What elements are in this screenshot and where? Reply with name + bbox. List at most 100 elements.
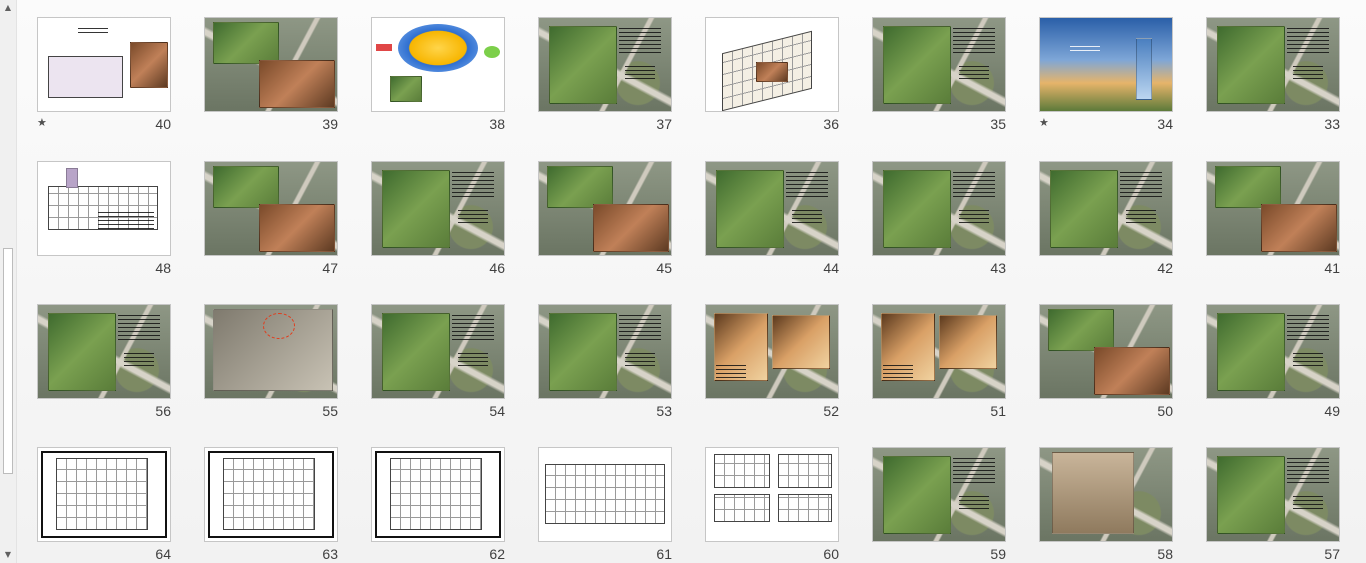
slide-transition-star-icon[interactable]: ★ — [37, 117, 47, 129]
slide-thumbnail[interactable] — [1206, 447, 1340, 542]
slide-text-block — [883, 365, 913, 381]
slide-thumbnail[interactable] — [204, 447, 338, 542]
slide-photo — [1217, 26, 1285, 104]
slide-plan-marker — [66, 168, 78, 188]
slide-thumbnail[interactable] — [371, 447, 505, 542]
slide-photo — [130, 42, 168, 88]
slide-section-drawing — [545, 464, 665, 524]
scrollbar-thumb[interactable] — [3, 248, 13, 474]
slide-thumbnail[interactable] — [1206, 17, 1340, 112]
slide-thumbnail[interactable] — [204, 17, 338, 112]
slide-text-block — [78, 28, 108, 34]
slide-thumbnail[interactable] — [1039, 447, 1173, 542]
slide-photo — [1050, 170, 1118, 248]
slide-thumbnail[interactable] — [872, 17, 1006, 112]
slide-number: 57 — [1324, 546, 1340, 562]
slide-photo — [213, 22, 279, 64]
slide-thumbnail[interactable] — [37, 17, 171, 112]
slide-thumbnail[interactable] — [705, 304, 839, 399]
slide-number: 49 — [1324, 403, 1340, 419]
vertical-scrollbar[interactable]: ▲ ▼ — [0, 0, 17, 563]
slide-thumbnail[interactable] — [705, 17, 839, 112]
slide-cycle-diagram — [398, 24, 478, 72]
slide-thumbnail[interactable] — [705, 161, 839, 256]
slide-photo — [1215, 166, 1281, 208]
slide-photo — [1217, 456, 1285, 534]
slide-text-block — [953, 28, 995, 56]
slide-thumbnail[interactable] — [705, 447, 839, 542]
slide-photo — [547, 166, 613, 208]
slide-number: 37 — [656, 116, 672, 132]
slide-number: 60 — [823, 546, 839, 562]
slide-highlight-circle — [263, 313, 295, 339]
slide-text-block — [1293, 496, 1323, 512]
slide-photo — [772, 315, 830, 369]
slide-number: 44 — [823, 260, 839, 276]
slide-number: 39 — [322, 116, 338, 132]
slide-photo — [549, 26, 617, 104]
slide-text-block — [786, 172, 828, 200]
slide-text-block — [625, 66, 655, 82]
slide-transition-star-icon[interactable]: ★ — [1039, 117, 1049, 129]
slide-thumbnail[interactable] — [872, 304, 1006, 399]
slide-text-block — [1126, 210, 1156, 226]
slide-text-block — [1287, 458, 1329, 486]
slide-thumbnail[interactable] — [371, 161, 505, 256]
slide-thumbnail[interactable] — [204, 304, 338, 399]
slide-thumbnail[interactable] — [1206, 161, 1340, 256]
slide-number: 61 — [656, 546, 672, 562]
slide-number: 42 — [1157, 260, 1173, 276]
slide-thumbnail[interactable] — [37, 447, 171, 542]
slide-photo — [1261, 204, 1337, 252]
slide-thumbnail[interactable] — [872, 447, 1006, 542]
slide-number: 48 — [155, 260, 171, 276]
slide-photo — [213, 166, 279, 208]
slide-thumbnail[interactable] — [538, 161, 672, 256]
slide-text-block — [1120, 172, 1162, 200]
slide-thumbnail[interactable] — [538, 17, 672, 112]
slide-photo — [883, 170, 951, 248]
slide-number: 63 — [322, 546, 338, 562]
slide-number: 54 — [489, 403, 505, 419]
slide-number: 40 — [155, 116, 171, 132]
slide-photo — [883, 456, 951, 534]
slide-thumbnail[interactable] — [371, 17, 505, 112]
slide-text-block — [1287, 315, 1329, 343]
scroll-up-arrow-icon[interactable]: ▲ — [0, 0, 16, 16]
scroll-down-arrow-icon[interactable]: ▼ — [0, 547, 16, 563]
slide-thumbnail[interactable] — [538, 304, 672, 399]
slide-photo — [939, 315, 997, 369]
slide-thumbnail[interactable] — [37, 304, 171, 399]
slide-number: 51 — [990, 403, 1006, 419]
slide-thumbnail[interactable] — [37, 161, 171, 256]
slide-number: 46 — [489, 260, 505, 276]
slide-text-block — [1293, 66, 1323, 82]
slide-text-block — [458, 353, 488, 369]
slide-number: 56 — [155, 403, 171, 419]
slide-number: 45 — [656, 260, 672, 276]
slide-text-block — [792, 210, 822, 226]
slide-text-block — [1070, 46, 1100, 51]
slide-thumbnail[interactable] — [204, 161, 338, 256]
slide-number: 47 — [322, 260, 338, 276]
slide-thumbnail[interactable] — [1039, 17, 1173, 112]
slide-photo — [1217, 313, 1285, 391]
slide-text-block — [959, 210, 989, 226]
slide-text-block — [953, 458, 995, 486]
slide-text-block — [1293, 353, 1323, 369]
slide-thumbnail[interactable] — [1039, 304, 1173, 399]
slide-text-block — [452, 172, 494, 200]
slide-photo — [1052, 452, 1134, 534]
slide-thumbnail[interactable] — [1039, 161, 1173, 256]
slide-elevation-drawing — [778, 494, 832, 522]
slide-text-block — [625, 353, 655, 369]
slide-elevation-drawing — [778, 454, 832, 488]
slide-thumbnail[interactable] — [872, 161, 1006, 256]
slide-number: 50 — [1157, 403, 1173, 419]
slide-thumbnail[interactable] — [371, 304, 505, 399]
slide-thumbnail[interactable] — [1206, 304, 1340, 399]
slide-thumbnail[interactable] — [538, 447, 672, 542]
slide-floor-plan — [223, 458, 315, 530]
slide-photo — [756, 62, 788, 82]
slide-text-block — [619, 28, 661, 56]
